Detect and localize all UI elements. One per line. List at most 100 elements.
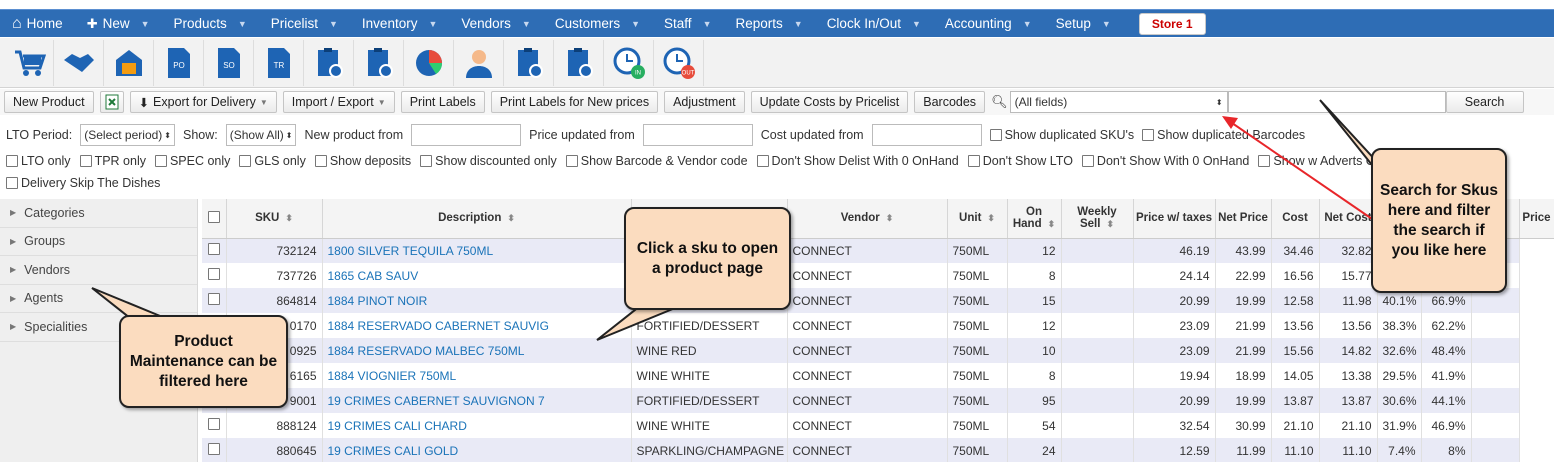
row-select-cell[interactable]	[202, 263, 227, 288]
row-select-cell[interactable]	[202, 238, 227, 263]
product-description-link[interactable]: 1800 SILVER TEQUILA 750ML	[322, 238, 632, 263]
checklist-tool-button[interactable]	[304, 39, 354, 86]
clock-out-tool-button[interactable]: OUT	[654, 39, 704, 86]
select-all-checkbox[interactable]	[207, 210, 220, 223]
filter-checkbox[interactable]: TPR only	[79, 154, 146, 168]
table-row[interactable]: 880645 19 CRIMES CALI GOLD SPARKLING/CHAMP…	[202, 438, 1554, 462]
price-list-tool-button[interactable]	[554, 39, 604, 86]
nav-staff[interactable]: Staff ▼	[652, 10, 723, 37]
search-field-select[interactable]: (All fields) ⬍	[1009, 91, 1228, 113]
checkbox-box[interactable]	[989, 129, 1002, 141]
purchase-order-tool-button[interactable]: PO	[154, 39, 204, 86]
transfer-tool-button[interactable]: TR	[254, 39, 304, 86]
nav-home[interactable]: ⌂ Home	[0, 10, 75, 37]
row-select-cell[interactable]	[202, 288, 227, 313]
filter-checkbox[interactable]: Delivery Skip The Dishes	[6, 176, 160, 190]
sidebar-item-agents[interactable]: ▶ Agents	[0, 285, 197, 313]
checkbox-box[interactable]	[314, 155, 327, 167]
column-header[interactable]: On Hand ⬍	[1007, 199, 1062, 239]
column-header[interactable]: Weekly Sell ⬍	[1061, 199, 1134, 239]
table-row[interactable]: 732124 1800 SILVER TEQUILA 750ML CONNECT 75…	[202, 238, 1554, 263]
nav-inventory[interactable]: Inventory ▼	[350, 10, 449, 37]
nav-vendors[interactable]: Vendors ▼	[449, 10, 542, 37]
filter-checkbox[interactable]: Don't Show Delist With 0 OnHand	[756, 154, 959, 168]
clock-in-tool-button[interactable]: IN	[604, 39, 654, 86]
nav-products[interactable]: Products ▼	[162, 10, 259, 37]
checkbox-box[interactable]	[565, 155, 578, 167]
price-clipboard-tool-button[interactable]	[504, 39, 554, 86]
checkbox-box[interactable]	[79, 155, 92, 167]
table-row[interactable]: 864814 1884 PINOT NOIR CONNECT 750ML 15 20.99…	[202, 288, 1554, 313]
checkbox-box[interactable]	[420, 155, 433, 167]
barcodes-button[interactable]: Barcodes	[914, 91, 986, 113]
product-description-link[interactable]: 1884 RESERVADO CABERNET SAUVIG	[322, 313, 632, 338]
store-tool-button[interactable]	[104, 39, 154, 86]
filter-checkbox[interactable]: Show discounted only	[420, 154, 557, 168]
product-description-link[interactable]: 1884 PINOT NOIR	[322, 288, 632, 313]
checkbox-box[interactable]	[967, 155, 980, 167]
table-row[interactable]: 888124 19 CRIMES CALI CHARD WINE WHITE CONN…	[202, 413, 1554, 438]
nav-new[interactable]: ✚ New ▼	[75, 10, 162, 37]
checkbox-box[interactable]	[6, 155, 18, 167]
filter-checkbox[interactable]: LTO only	[6, 154, 71, 168]
row-select-cell[interactable]	[202, 413, 227, 438]
checkbox-box[interactable]	[1081, 155, 1094, 167]
column-header[interactable]: Price w/ taxes	[1133, 199, 1216, 239]
row-checkbox[interactable]	[207, 443, 220, 455]
filter-checkbox[interactable]: Show Barcode & Vendor code	[565, 154, 748, 168]
column-header[interactable]: Cost	[1271, 199, 1320, 239]
nav-clock[interactable]: Clock In/Out ▼	[815, 10, 933, 37]
print-labels-new-prices-button[interactable]: Print Labels for New prices	[490, 91, 659, 113]
filter-checkbox[interactable]: GLS only	[239, 154, 306, 168]
sidebar-item-groups[interactable]: ▶ Groups	[0, 228, 197, 256]
filter-checkbox[interactable]: Don't Show With 0 OnHand	[1081, 154, 1249, 168]
store-selector-button[interactable]: Store 1	[1138, 12, 1206, 35]
export-delivery-button[interactable]: ⬇ Export for Delivery ▼	[129, 91, 277, 113]
row-checkbox[interactable]	[207, 268, 220, 280]
checkbox-box[interactable]	[1258, 155, 1271, 167]
column-header[interactable]: Net Price	[1215, 199, 1272, 239]
nav-reports[interactable]: Reports ▼	[723, 10, 814, 37]
nav-setup[interactable]: Setup ▼	[1044, 10, 1123, 37]
nav-pricelist[interactable]: Pricelist ▼	[259, 10, 350, 37]
row-select-cell[interactable]	[202, 438, 227, 462]
filter-checkbox[interactable]: SPEC only	[154, 154, 230, 168]
table-row[interactable]: 9001 19 CRIMES CABERNET SAUVIGNON 7 FORTIF…	[202, 388, 1554, 413]
inventory-list-tool-button[interactable]	[354, 39, 404, 86]
cart-tool-button[interactable]	[4, 39, 54, 86]
checkbox-box[interactable]	[239, 155, 252, 167]
product-description-link[interactable]: 19 CRIMES CALI GOLD	[322, 438, 632, 462]
show-select[interactable]: (Show All) ⬍	[225, 124, 297, 146]
select-all-header[interactable]	[202, 199, 227, 239]
adjustment-button[interactable]: Adjustment	[664, 91, 745, 113]
dup-skus-checkbox[interactable]: Show duplicated SKU's	[989, 128, 1134, 142]
table-row[interactable]: 0925 1884 RESERVADO MALBEC 750ML WINE RED C…	[202, 338, 1554, 363]
column-header[interactable]: Unit ⬍	[947, 199, 1008, 239]
excel-export-button[interactable]	[99, 91, 124, 113]
filter-checkbox[interactable]: Don't Show LTO	[967, 154, 1073, 168]
product-description-link[interactable]: 1865 CAB SAUV	[322, 263, 632, 288]
import-export-button[interactable]: Import / Export ▼	[282, 91, 395, 113]
checkbox-box[interactable]	[6, 177, 18, 189]
row-checkbox[interactable]	[207, 243, 220, 256]
sidebar-item-vendors[interactable]: ▶ Vendors	[0, 256, 197, 285]
column-header[interactable]: Price	[1519, 199, 1554, 239]
checkbox-box[interactable]	[756, 155, 769, 167]
pie-chart-tool-button[interactable]	[404, 39, 454, 86]
dup-barcodes-checkbox[interactable]: Show duplicated Barcodes	[1142, 128, 1305, 142]
new-product-button[interactable]: New Product	[4, 91, 94, 113]
filter-checkbox[interactable]: Show deposits	[314, 154, 411, 168]
column-header[interactable]: SKU ⬍	[226, 199, 323, 239]
row-checkbox[interactable]	[207, 293, 220, 305]
update-costs-button[interactable]: Update Costs by Pricelist	[750, 91, 909, 113]
product-description-link[interactable]: 1884 RESERVADO MALBEC 750ML	[322, 338, 632, 363]
lto-period-select[interactable]: (Select period) ⬍	[80, 124, 175, 146]
table-row[interactable]: 737726 1865 CAB SAUV CONNECT 750ML 8 24.14 22.…	[202, 263, 1554, 288]
column-header[interactable]: Vendor ⬍	[787, 199, 948, 239]
nav-accounting[interactable]: Accounting ▼	[933, 10, 1044, 37]
handshake-tool-button[interactable]	[54, 39, 104, 86]
checkbox-box[interactable]	[1142, 129, 1155, 141]
price-updated-from-input[interactable]	[642, 124, 753, 146]
product-description-link[interactable]: 19 CRIMES CABERNET SAUVIGNON 7	[322, 388, 632, 413]
search-button[interactable]: Search	[1445, 91, 1524, 113]
